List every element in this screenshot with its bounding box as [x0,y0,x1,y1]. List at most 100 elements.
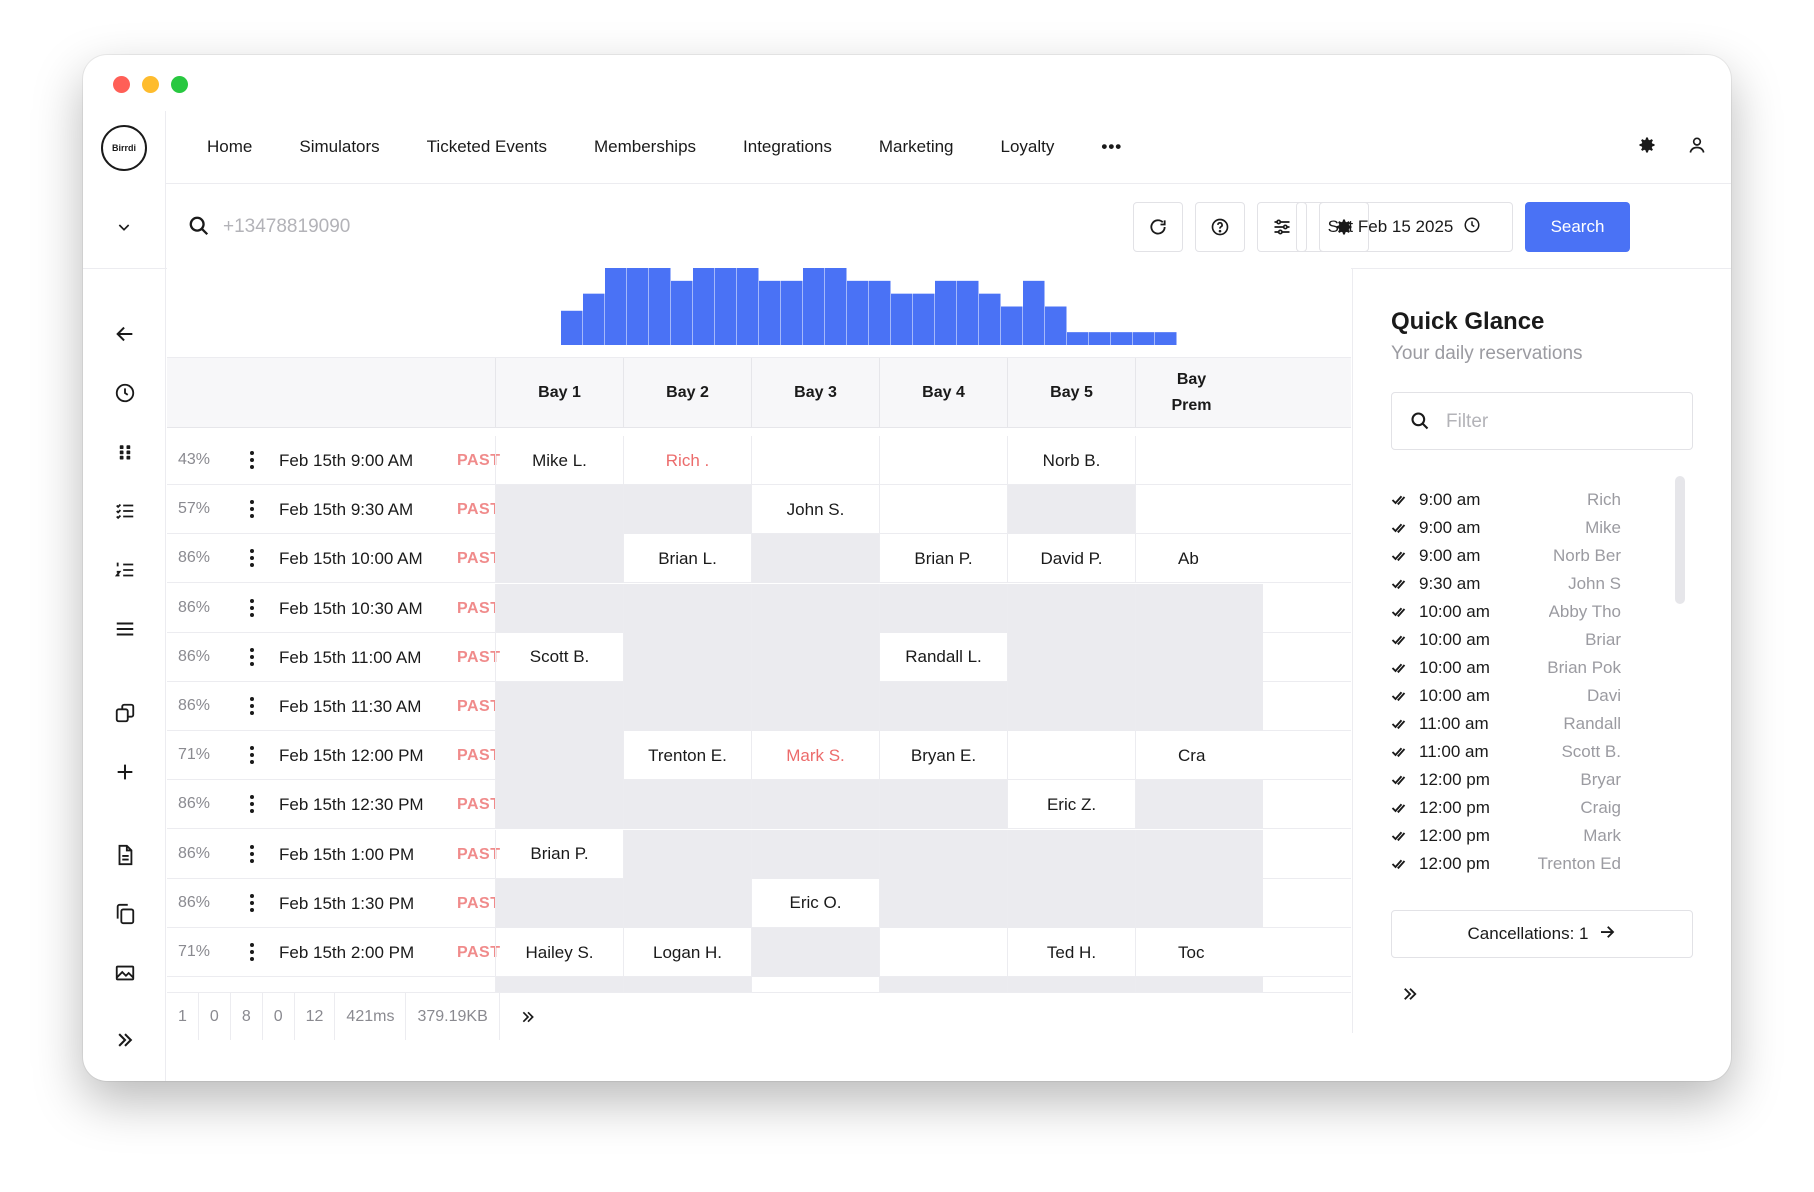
double-chevron-right-icon[interactable] [111,1026,139,1054]
nav-item-ticketed-events[interactable]: Ticketed Events [427,137,547,157]
kebab-menu-icon[interactable] [245,940,259,964]
copy-icon[interactable] [111,699,139,727]
empty-slot-cell[interactable] [1135,829,1263,879]
clipboard-icon[interactable] [111,900,139,928]
empty-slot-cell[interactable] [1135,485,1263,535]
reservation-cell[interactable]: Logan H. [623,928,751,977]
kebab-menu-icon[interactable] [245,497,259,521]
reservation-cell[interactable]: Ab [1135,534,1263,584]
list-item[interactable]: 11:00 am Scott B. [1391,740,1621,768]
empty-slot-cell[interactable] [1007,731,1135,781]
user-icon[interactable] [1685,133,1709,157]
empty-slot-cell[interactable] [495,780,623,830]
filter-field[interactable] [1391,392,1693,450]
list-item[interactable]: 11:00 am Randall [1391,712,1621,740]
empty-slot-cell[interactable] [623,780,751,830]
arrow-left-icon[interactable] [111,320,139,348]
help-button[interactable] [1195,202,1245,252]
empty-slot-cell[interactable] [879,485,1007,535]
empty-slot-cell[interactable] [495,731,623,781]
date-picker-button[interactable]: Sat Feb 15 2025 [1296,202,1513,252]
kebab-menu-icon[interactable] [245,792,259,816]
plus-icon[interactable] [111,758,139,786]
empty-slot-cell[interactable] [751,583,879,633]
reservation-cell[interactable]: Toc [1135,928,1263,977]
kebab-menu-icon[interactable] [245,645,259,669]
empty-slot-cell[interactable] [751,928,879,977]
empty-slot-cell[interactable] [623,632,751,682]
reservation-cell[interactable]: Trenton E. [623,731,751,781]
close-window-button[interactable] [113,76,130,93]
empty-slot-cell[interactable] [1007,682,1135,731]
filter-input[interactable] [1446,407,1676,437]
list-item[interactable]: 10:00 am Brian Pok [1391,656,1621,684]
clock-icon[interactable] [111,379,139,407]
chevron-down-icon[interactable] [83,185,166,269]
minimize-window-button[interactable] [142,76,159,93]
empty-slot-cell[interactable] [1135,780,1263,830]
empty-slot-cell[interactable] [495,485,623,535]
reservation-cell[interactable]: Mark S. [751,731,879,781]
reservation-cell[interactable]: Eric Z. [1007,780,1135,830]
empty-slot-cell[interactable] [879,436,1007,485]
reservation-cell[interactable]: Randall L. [879,632,1007,682]
bay-header-4[interactable]: Bay 4 [879,358,1007,428]
list-item[interactable]: 12:00 pm Craig [1391,796,1621,824]
kebab-menu-icon[interactable] [245,448,259,472]
empty-slot-cell[interactable] [751,534,879,584]
empty-slot-cell[interactable] [1135,632,1263,682]
empty-slot-cell[interactable] [1007,583,1135,633]
reservation-cell[interactable]: John S. [751,485,879,535]
list-item[interactable]: 9:00 am Mike [1391,516,1621,544]
reservation-cell[interactable]: Mike L. [495,436,623,485]
empty-slot-cell[interactable] [623,682,751,731]
checklist-icon[interactable] [111,497,139,525]
double-chevron-right-icon[interactable] [500,993,547,1041]
reservation-cell[interactable]: Norb B. [1007,436,1135,485]
reservation-cell[interactable]: Rich . [623,436,751,485]
search-button[interactable]: Search [1525,202,1630,252]
empty-slot-cell[interactable] [495,583,623,633]
gear-icon[interactable] [1635,133,1659,157]
nav-item-home[interactable]: Home [207,137,252,157]
empty-slot-cell[interactable] [1135,878,1263,928]
reservation-cell[interactable]: Cra [1135,731,1263,781]
empty-slot-cell[interactable] [1007,878,1135,928]
empty-slot-cell[interactable] [495,534,623,584]
list-item[interactable]: 10:00 am Abby Tho [1391,600,1621,628]
empty-slot-cell[interactable] [879,780,1007,830]
list-item[interactable]: 12:00 pm Bryar [1391,768,1621,796]
empty-slot-cell[interactable] [623,829,751,879]
nav-item-loyalty[interactable]: Loyalty [1001,137,1055,157]
grid-dots-icon[interactable] [111,438,139,466]
image-icon[interactable] [111,959,139,987]
empty-slot-cell[interactable] [751,829,879,879]
empty-slot-cell[interactable] [751,682,879,731]
reservation-cell[interactable]: Bryan E. [879,731,1007,781]
reservation-cell[interactable]: David P. [1007,534,1135,584]
list-item[interactable]: 9:30 am John S [1391,572,1621,600]
empty-slot-cell[interactable] [879,829,1007,879]
empty-slot-cell[interactable] [495,878,623,928]
nav-more-icon[interactable]: ••• [1101,137,1122,157]
document-icon[interactable] [111,841,139,869]
reservation-cell[interactable]: Brian P. [495,829,623,879]
menu-lines-icon[interactable] [111,615,139,643]
list-item[interactable]: 9:00 am Norb Ber [1391,544,1621,572]
kebab-menu-icon[interactable] [245,694,259,718]
kebab-menu-icon[interactable] [245,743,259,767]
list-item[interactable]: 12:00 pm Trenton Ed [1391,852,1621,880]
bay-header-6[interactable]: Bay Prem [1135,358,1215,428]
bay-header-2[interactable]: Bay 2 [623,358,751,428]
empty-slot-cell[interactable] [623,878,751,928]
nav-item-marketing[interactable]: Marketing [879,137,954,157]
list-scrollbar[interactable] [1675,476,1685,604]
refresh-button[interactable] [1133,202,1183,252]
empty-slot-cell[interactable] [879,682,1007,731]
empty-slot-cell[interactable] [751,780,879,830]
empty-slot-cell[interactable] [1135,583,1263,633]
kebab-menu-icon[interactable] [245,546,259,570]
empty-slot-cell[interactable] [623,485,751,535]
brand-logo[interactable]: Birrdi [101,125,147,171]
bay-header-5[interactable]: Bay 5 [1007,358,1135,428]
